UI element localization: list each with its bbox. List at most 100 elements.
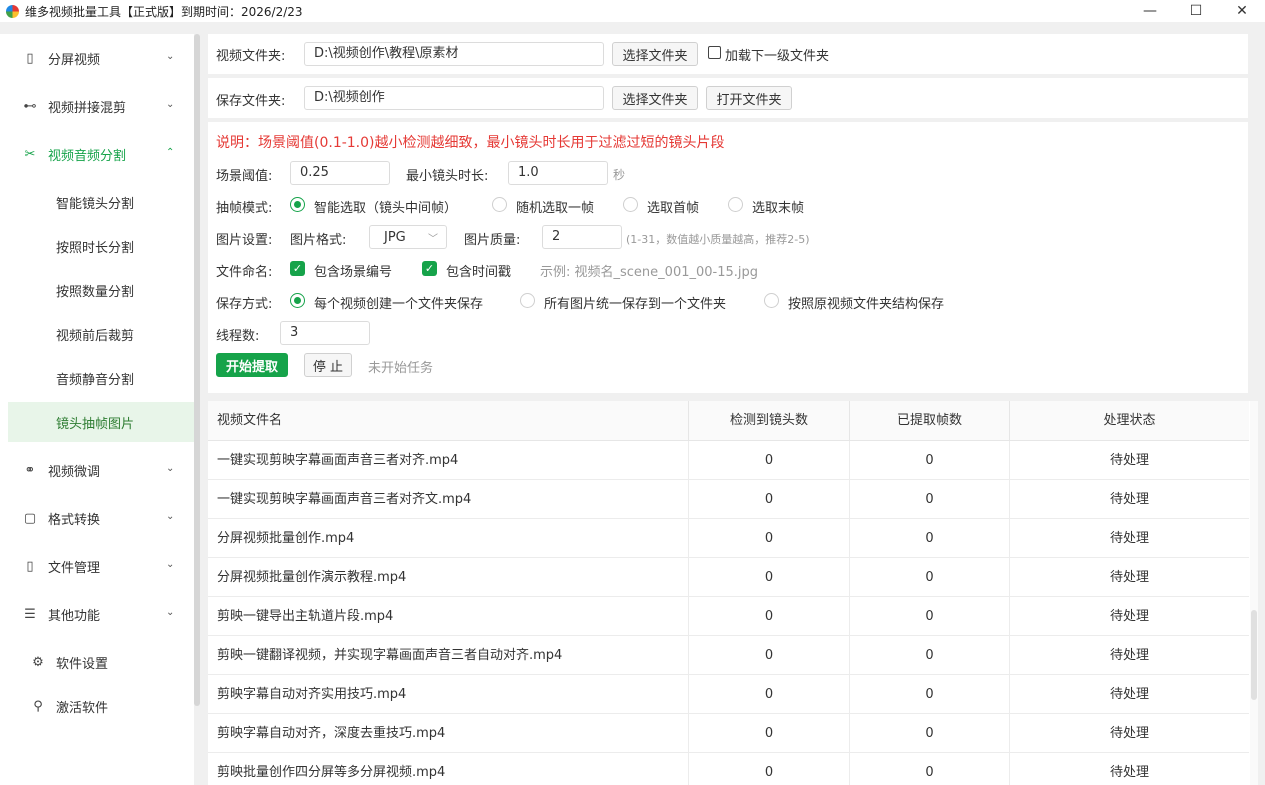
- open-save-folder-button[interactable]: 打开文件夹: [706, 86, 792, 110]
- frame-mode-last-label: 选取末帧: [752, 201, 805, 216]
- sidebar-menu-other[interactable]: ☰ 其他功能 ⌄: [0, 590, 194, 638]
- sidebar-settings[interactable]: ⚙ 软件设置: [0, 638, 194, 686]
- sidebar-activate[interactable]: ⚲ 激活软件: [0, 682, 194, 730]
- menu-icon: ☰: [24, 606, 36, 622]
- sidebar-menu-splice-mix[interactable]: ⊷ 视频拼接混剪 ⌄: [0, 82, 194, 130]
- naming-example: 示例: 视频名_scene_001_00-15.jpg: [540, 265, 759, 280]
- table-row[interactable]: 剪映一键导出主轨道片段.mp4 0 0 待处理: [208, 597, 1249, 636]
- sidebar-settings-label: 软件设置: [56, 656, 109, 672]
- sidebar-subitem-split-by-duration[interactable]: 按照时长分割: [8, 226, 194, 266]
- file-icon: ▯: [26, 558, 34, 574]
- image-quality-input[interactable]: 2: [542, 225, 622, 249]
- link-icon: ⚭: [24, 462, 36, 478]
- threshold-input[interactable]: 0.25: [290, 161, 390, 185]
- save-mode-single-folder-radio[interactable]: [520, 293, 535, 308]
- load-subfolder-checkbox[interactable]: [708, 46, 721, 59]
- cell-frames: 0: [850, 675, 1010, 714]
- sidebar-subitem-audio-silence-split[interactable]: 音频静音分割: [8, 358, 194, 398]
- table-row[interactable]: 一键实现剪映字幕画面声音三者对齐.mp4 0 0 待处理: [208, 441, 1249, 480]
- naming-time-checkbox[interactable]: ✓: [422, 261, 437, 276]
- task-status: 未开始任务: [368, 361, 434, 376]
- min-shot-duration-input[interactable]: 1.0: [508, 161, 608, 185]
- table-row[interactable]: 剪映字幕自动对齐实用技巧.mp4 0 0 待处理: [208, 675, 1249, 714]
- title-bar: 维多视频批量工具【正式版】到期时间：2026/2/23 — ☐ ✕: [0, 0, 1265, 22]
- column-header-frames[interactable]: 已提取帧数: [850, 401, 1010, 441]
- naming-label: 文件命名:: [216, 265, 273, 280]
- cell-status: 待处理: [1109, 492, 1149, 507]
- min-shot-duration-label: 最小镜头时长:: [406, 169, 489, 184]
- sidebar-menu-format[interactable]: ▢ 格式转换 ⌄: [0, 494, 194, 542]
- cell-shots: 0: [689, 597, 850, 636]
- cell-shots: 0: [689, 753, 850, 785]
- sidebar-menu-label: 视频音频分割: [48, 148, 127, 164]
- naming-scene-checkbox[interactable]: ✓: [290, 261, 305, 276]
- frame-mode-random-radio[interactable]: [492, 197, 507, 212]
- table-row[interactable]: 剪映字幕自动对齐，深度去重技巧.mp4 0 0 待处理: [208, 714, 1249, 753]
- column-header-shots[interactable]: 检测到镜头数: [689, 401, 850, 441]
- image-format-label: 图片格式:: [290, 233, 347, 248]
- scissors-icon: ✂: [24, 146, 36, 162]
- cell-status: 待处理: [1109, 531, 1149, 546]
- sidebar-subitem-smart-shot-split[interactable]: 智能镜头分割: [8, 182, 194, 222]
- table-scrollbar-track: [1250, 401, 1258, 785]
- sidebar-scrollbar[interactable]: [194, 34, 200, 706]
- cell-filename: 一键实现剪映字幕画面声音三者对齐.mp4: [208, 441, 689, 480]
- cell-filename: 剪映字幕自动对齐，深度去重技巧.mp4: [208, 714, 689, 753]
- save-mode-keep-structure-radio[interactable]: [764, 293, 779, 308]
- window-controls: — ☐ ✕: [1127, 0, 1265, 22]
- sidebar-menu-fine-tune[interactable]: ⚭ 视频微调 ⌄: [0, 446, 194, 494]
- sidebar-menu-files[interactable]: ▯ 文件管理 ⌄: [0, 542, 194, 590]
- table-row[interactable]: 一键实现剪映字幕画面声音三者对齐文.mp4 0 0 待处理: [208, 480, 1249, 519]
- image-quality-label: 图片质量:: [464, 233, 521, 248]
- threads-input[interactable]: 3: [280, 321, 370, 345]
- sidebar-menu-av-split[interactable]: ✂ 视频音频分割 ⌃: [0, 130, 194, 178]
- settings-panel: 说明：场景阈值(0.1-1.0)越小检测越细致，最小镜头时长用于过滤过短的镜头片…: [208, 122, 1248, 393]
- save-folder-input[interactable]: D:\视频创作: [304, 86, 604, 110]
- cell-shots: 0: [689, 441, 850, 480]
- image-quality-hint: (1-31，数值越小质量越高，推荐2-5): [626, 233, 810, 246]
- cell-status: 待处理: [1109, 687, 1149, 702]
- stop-button[interactable]: 停 止: [304, 353, 352, 377]
- frame-mode-last-radio[interactable]: [728, 197, 743, 212]
- image-format-select[interactable]: JPG ﹀: [369, 225, 447, 249]
- film-strip-icon: ⊷: [23, 98, 37, 114]
- cell-shots: 0: [689, 480, 850, 519]
- select-save-folder-button[interactable]: 选择文件夹: [612, 86, 698, 110]
- table-row[interactable]: 剪映批量创作四分屏等多分屏视频.mp4 0 0 待处理: [208, 753, 1249, 785]
- save-mode-label: 保存方式:: [216, 297, 273, 312]
- table-row[interactable]: 分屏视频批量创作演示教程.mp4 0 0 待处理: [208, 558, 1249, 597]
- cell-status: 待处理: [1109, 609, 1149, 624]
- threshold-label: 场景阈值:: [216, 169, 273, 184]
- select-video-folder-button[interactable]: 选择文件夹: [612, 42, 698, 66]
- start-extract-button[interactable]: 开始提取: [216, 353, 288, 377]
- sidebar-menu-label: 视频拼接混剪: [48, 100, 127, 116]
- minimize-button[interactable]: —: [1127, 0, 1173, 22]
- load-subfolder-label: 加载下一级文件夹: [725, 49, 830, 64]
- video-folder-input[interactable]: D:\视频创作\教程\原素材: [304, 42, 604, 66]
- table-row[interactable]: 剪映一键翻译视频，并实现字幕画面声音三者自动对齐.mp4 0 0 待处理: [208, 636, 1249, 675]
- chevron-down-icon: ⌄: [166, 463, 175, 474]
- column-header-status[interactable]: 处理状态: [1010, 401, 1249, 441]
- sidebar-subitem-shot-frame-extract[interactable]: 镜头抽帧图片: [8, 402, 194, 442]
- column-header-filename[interactable]: 视频文件名: [208, 401, 689, 441]
- settings-description: 说明：场景阈值(0.1-1.0)越小检测越细致，最小镜头时长用于过滤过短的镜头片…: [216, 135, 725, 151]
- square-icon: ▢: [23, 510, 37, 526]
- cell-shots: 0: [689, 675, 850, 714]
- cell-filename: 剪映字幕自动对齐实用技巧.mp4: [208, 675, 689, 714]
- table-row[interactable]: 分屏视频批量创作.mp4 0 0 待处理: [208, 519, 1249, 558]
- save-mode-per-video-radio[interactable]: [290, 293, 305, 308]
- sidebar-subitem-split-by-count[interactable]: 按照数量分割: [8, 270, 194, 310]
- frame-mode-first-radio[interactable]: [623, 197, 638, 212]
- table-scrollbar-thumb[interactable]: [1251, 610, 1257, 700]
- sidebar-subitem-trim-head-tail[interactable]: 视频前后裁剪: [8, 314, 194, 354]
- frame-mode-random-label: 随机选取一帧: [516, 201, 595, 216]
- sidebar-menu-split-screen[interactable]: ▯ 分屏视频 ⌄: [0, 34, 194, 82]
- cell-filename: 剪映一键翻译视频，并实现字幕画面声音三者自动对齐.mp4: [208, 636, 689, 675]
- sidebar-menu-label: 分屏视频: [48, 52, 101, 68]
- frame-mode-smart-radio[interactable]: [290, 197, 305, 212]
- gear-icon: ⚙: [32, 654, 44, 670]
- maximize-button[interactable]: ☐: [1173, 0, 1219, 22]
- close-button[interactable]: ✕: [1219, 0, 1265, 22]
- cell-shots: 0: [689, 558, 850, 597]
- cell-filename: 一键实现剪映字幕画面声音三者对齐文.mp4: [208, 480, 689, 519]
